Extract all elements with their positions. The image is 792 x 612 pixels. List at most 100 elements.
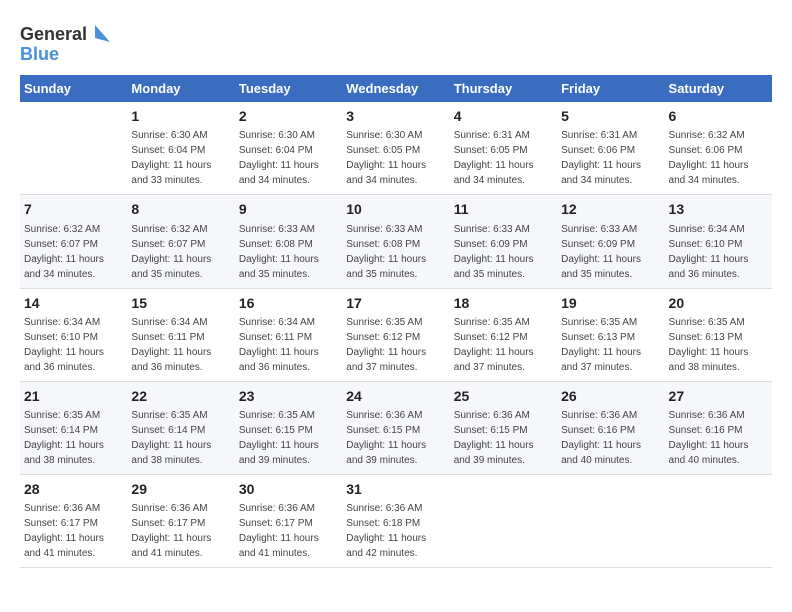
day-info: Sunrise: 6:36 AM Sunset: 6:16 PM Dayligh… [561, 408, 660, 468]
calendar-cell: 24Sunrise: 6:36 AM Sunset: 6:15 PM Dayli… [342, 381, 449, 474]
calendar-cell: 3Sunrise: 6:30 AM Sunset: 6:05 PM Daylig… [342, 102, 449, 195]
calendar-cell: 1Sunrise: 6:30 AM Sunset: 6:04 PM Daylig… [127, 102, 234, 195]
day-number: 4 [454, 106, 553, 126]
calendar-cell: 29Sunrise: 6:36 AM Sunset: 6:17 PM Dayli… [127, 475, 234, 568]
day-number: 9 [239, 199, 338, 219]
day-info: Sunrise: 6:36 AM Sunset: 6:15 PM Dayligh… [346, 408, 445, 468]
day-number: 25 [454, 386, 553, 406]
day-number: 12 [561, 199, 660, 219]
calendar-cell: 27Sunrise: 6:36 AM Sunset: 6:16 PM Dayli… [665, 381, 772, 474]
calendar-week-1: 7 Sunrise: 6:32 AM Sunset: 6:07 PM Daylig… [20, 195, 772, 288]
day-info: Sunrise: 6:31 AM Sunset: 6:05 PM Dayligh… [454, 128, 553, 188]
calendar-cell [20, 102, 127, 195]
svg-text:Blue: Blue [20, 44, 59, 64]
calendar-table: SundayMondayTuesdayWednesdayThursdayFrid… [20, 75, 772, 568]
day-number: 17 [346, 293, 445, 313]
calendar-cell: 23Sunrise: 6:35 AM Sunset: 6:15 PM Dayli… [235, 381, 342, 474]
day-info: Sunrise: 6:33 AM Sunset: 6:09 PM Dayligh… [454, 222, 553, 282]
day-info: Sunrise: 6:36 AM Sunset: 6:18 PM Dayligh… [346, 501, 445, 561]
calendar-cell: 30Sunrise: 6:36 AM Sunset: 6:17 PM Dayli… [235, 475, 342, 568]
calendar-cell: 11 Sunrise: 6:33 AM Sunset: 6:09 PM Dayli… [450, 195, 557, 288]
calendar-cell: 21Sunrise: 6:35 AM Sunset: 6:14 PM Dayli… [20, 381, 127, 474]
day-number: 31 [346, 479, 445, 499]
day-info: Sunrise: 6:36 AM Sunset: 6:17 PM Dayligh… [239, 501, 338, 561]
day-number: 3 [346, 106, 445, 126]
calendar-cell: 28Sunrise: 6:36 AM Sunset: 6:17 PM Dayli… [20, 475, 127, 568]
day-number: 26 [561, 386, 660, 406]
calendar-cell: 5Sunrise: 6:31 AM Sunset: 6:06 PM Daylig… [557, 102, 664, 195]
day-number: 6 [669, 106, 768, 126]
calendar-cell: 17Sunrise: 6:35 AM Sunset: 6:12 PM Dayli… [342, 288, 449, 381]
day-number: 10 [346, 199, 445, 219]
day-info: Sunrise: 6:32 AM Sunset: 6:06 PM Dayligh… [669, 128, 768, 188]
day-number: 2 [239, 106, 338, 126]
day-number: 16 [239, 293, 338, 313]
day-info: Sunrise: 6:34 AM Sunset: 6:11 PM Dayligh… [131, 315, 230, 375]
day-number: 19 [561, 293, 660, 313]
calendar-cell: 25Sunrise: 6:36 AM Sunset: 6:15 PM Dayli… [450, 381, 557, 474]
day-info: Sunrise: 6:36 AM Sunset: 6:17 PM Dayligh… [24, 501, 123, 561]
calendar-cell [665, 475, 772, 568]
day-number: 5 [561, 106, 660, 126]
calendar-cell: 18Sunrise: 6:35 AM Sunset: 6:12 PM Dayli… [450, 288, 557, 381]
header-sunday: Sunday [20, 75, 127, 102]
day-number: 28 [24, 479, 123, 499]
day-number: 18 [454, 293, 553, 313]
day-info: Sunrise: 6:33 AM Sunset: 6:09 PM Dayligh… [561, 222, 660, 282]
logo: GeneralBlue [20, 20, 110, 65]
header: GeneralBlue [20, 20, 772, 65]
calendar-cell: 7 Sunrise: 6:32 AM Sunset: 6:07 PM Daylig… [20, 195, 127, 288]
day-info: Sunrise: 6:32 AM Sunset: 6:07 PM Dayligh… [131, 222, 230, 282]
day-info: Sunrise: 6:35 AM Sunset: 6:15 PM Dayligh… [239, 408, 338, 468]
calendar-cell: 31Sunrise: 6:36 AM Sunset: 6:18 PM Dayli… [342, 475, 449, 568]
calendar-cell: 22Sunrise: 6:35 AM Sunset: 6:14 PM Dayli… [127, 381, 234, 474]
header-wednesday: Wednesday [342, 75, 449, 102]
day-number: 11 [454, 199, 553, 219]
calendar-cell: 13Sunrise: 6:34 AM Sunset: 6:10 PM Dayli… [665, 195, 772, 288]
calendar-cell: 4Sunrise: 6:31 AM Sunset: 6:05 PM Daylig… [450, 102, 557, 195]
day-info: Sunrise: 6:34 AM Sunset: 6:10 PM Dayligh… [669, 222, 768, 282]
day-number: 24 [346, 386, 445, 406]
day-info: Sunrise: 6:30 AM Sunset: 6:04 PM Dayligh… [131, 128, 230, 188]
calendar-cell [450, 475, 557, 568]
header-saturday: Saturday [665, 75, 772, 102]
header-tuesday: Tuesday [235, 75, 342, 102]
day-number: 1 [131, 106, 230, 126]
calendar-cell: 19Sunrise: 6:35 AM Sunset: 6:13 PM Dayli… [557, 288, 664, 381]
day-info: Sunrise: 6:33 AM Sunset: 6:08 PM Dayligh… [346, 222, 445, 282]
header-monday: Monday [127, 75, 234, 102]
day-info: Sunrise: 6:35 AM Sunset: 6:13 PM Dayligh… [561, 315, 660, 375]
calendar-cell: 10 Sunrise: 6:33 AM Sunset: 6:08 PM Dayli… [342, 195, 449, 288]
day-number: 8 [131, 199, 230, 219]
day-number: 14 [24, 293, 123, 313]
day-info: Sunrise: 6:32 AM Sunset: 6:07 PM Dayligh… [24, 222, 123, 282]
calendar-cell: 8 Sunrise: 6:32 AM Sunset: 6:07 PM Daylig… [127, 195, 234, 288]
day-info: Sunrise: 6:35 AM Sunset: 6:13 PM Dayligh… [669, 315, 768, 375]
day-info: Sunrise: 6:30 AM Sunset: 6:04 PM Dayligh… [239, 128, 338, 188]
svg-text:General: General [20, 24, 87, 44]
day-number: 20 [669, 293, 768, 313]
day-info: Sunrise: 6:34 AM Sunset: 6:10 PM Dayligh… [24, 315, 123, 375]
calendar-header-row: SundayMondayTuesdayWednesdayThursdayFrid… [20, 75, 772, 102]
calendar-cell: 14Sunrise: 6:34 AM Sunset: 6:10 PM Dayli… [20, 288, 127, 381]
calendar-week-0: 1Sunrise: 6:30 AM Sunset: 6:04 PM Daylig… [20, 102, 772, 195]
day-info: Sunrise: 6:35 AM Sunset: 6:14 PM Dayligh… [24, 408, 123, 468]
calendar-cell: 16Sunrise: 6:34 AM Sunset: 6:11 PM Dayli… [235, 288, 342, 381]
day-number: 22 [131, 386, 230, 406]
calendar-cell: 6Sunrise: 6:32 AM Sunset: 6:06 PM Daylig… [665, 102, 772, 195]
day-number: 7 [24, 199, 123, 219]
day-info: Sunrise: 6:33 AM Sunset: 6:08 PM Dayligh… [239, 222, 338, 282]
day-info: Sunrise: 6:36 AM Sunset: 6:16 PM Dayligh… [669, 408, 768, 468]
header-thursday: Thursday [450, 75, 557, 102]
calendar-cell: 15Sunrise: 6:34 AM Sunset: 6:11 PM Dayli… [127, 288, 234, 381]
calendar-week-4: 28Sunrise: 6:36 AM Sunset: 6:17 PM Dayli… [20, 475, 772, 568]
day-info: Sunrise: 6:35 AM Sunset: 6:14 PM Dayligh… [131, 408, 230, 468]
day-info: Sunrise: 6:35 AM Sunset: 6:12 PM Dayligh… [346, 315, 445, 375]
calendar-week-3: 21Sunrise: 6:35 AM Sunset: 6:14 PM Dayli… [20, 381, 772, 474]
calendar-cell: 2Sunrise: 6:30 AM Sunset: 6:04 PM Daylig… [235, 102, 342, 195]
calendar-cell: 20Sunrise: 6:35 AM Sunset: 6:13 PM Dayli… [665, 288, 772, 381]
calendar-cell: 26Sunrise: 6:36 AM Sunset: 6:16 PM Dayli… [557, 381, 664, 474]
header-friday: Friday [557, 75, 664, 102]
day-number: 29 [131, 479, 230, 499]
day-number: 15 [131, 293, 230, 313]
